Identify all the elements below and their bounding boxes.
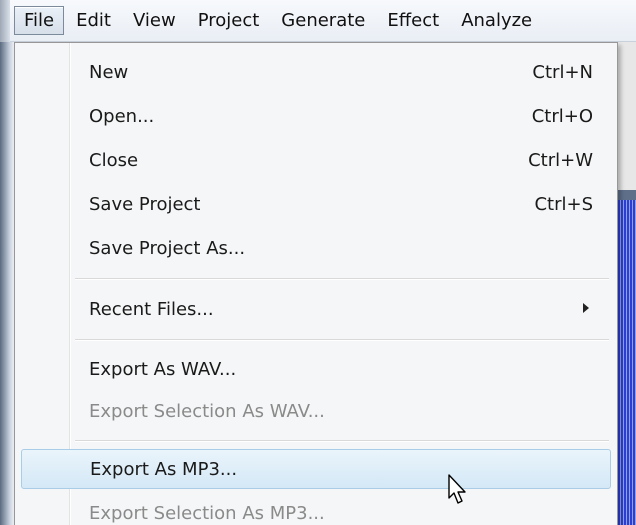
menu-item-shortcut: Ctrl+W [528, 149, 593, 171]
file-menu-dropdown: New Ctrl+N Open... Ctrl+O Close Ctrl+W S… [14, 42, 618, 525]
menu-separator [75, 278, 609, 280]
menu-item-label: Export As WAV... [89, 358, 237, 380]
menu-item-shortcut: Ctrl+N [532, 61, 593, 83]
menu-effect[interactable]: Effect [377, 6, 449, 35]
menu-item-label: Export Selection As MP3... [89, 502, 325, 524]
menu-item-label: Open... [89, 105, 155, 127]
menubar-edge [0, 0, 10, 42]
menu-view[interactable]: View [123, 6, 186, 35]
menu-item-label: Export As MP3... [90, 458, 238, 480]
menu-item-recent-files[interactable]: Recent Files... [21, 289, 611, 329]
menu-item-label: New [89, 61, 129, 83]
menu-analyze[interactable]: Analyze [451, 6, 542, 35]
menu-item-shortcut: Ctrl+S [534, 193, 593, 215]
menu-item-export-selection-mp3: Export Selection As MP3... [21, 493, 611, 525]
menu-item-new[interactable]: New Ctrl+N [21, 52, 611, 92]
menu-project[interactable]: Project [188, 6, 270, 35]
mouse-pointer-icon [448, 474, 466, 504]
menu-file[interactable]: File [14, 6, 65, 35]
menu-item-label: Export Selection As WAV... [89, 400, 325, 422]
menu-item-shortcut: Ctrl+O [531, 105, 593, 127]
menu-item-close[interactable]: Close Ctrl+W [21, 140, 611, 180]
menu-item-export-mp3[interactable]: Export As MP3... [21, 449, 611, 489]
menu-item-export-wav[interactable]: Export As WAV... [21, 349, 611, 389]
chevron-right-icon [583, 303, 589, 313]
app-window: File Edit View Project Generate Effect A… [0, 0, 636, 525]
menu-item-open[interactable]: Open... Ctrl+O [21, 96, 611, 136]
menu-separator [75, 339, 609, 341]
menu-bar: File Edit View Project Generate Effect A… [0, 0, 636, 42]
menu-item-label: Save Project [89, 193, 201, 215]
menu-separator [75, 440, 609, 442]
menu-item-label: Save Project As... [89, 237, 246, 259]
menu-item-save-project[interactable]: Save Project Ctrl+S [21, 184, 611, 224]
window-left-edge [0, 42, 14, 525]
menu-item-label: Recent Files... [89, 298, 214, 320]
menu-edit[interactable]: Edit [66, 6, 121, 35]
menu-generate[interactable]: Generate [271, 6, 375, 35]
waveform [618, 200, 636, 525]
menu-item-save-project-as[interactable]: Save Project As... [21, 228, 611, 268]
menu-item-label: Close [89, 149, 139, 171]
menu-item-export-selection-wav: Export Selection As WAV... [21, 391, 611, 431]
